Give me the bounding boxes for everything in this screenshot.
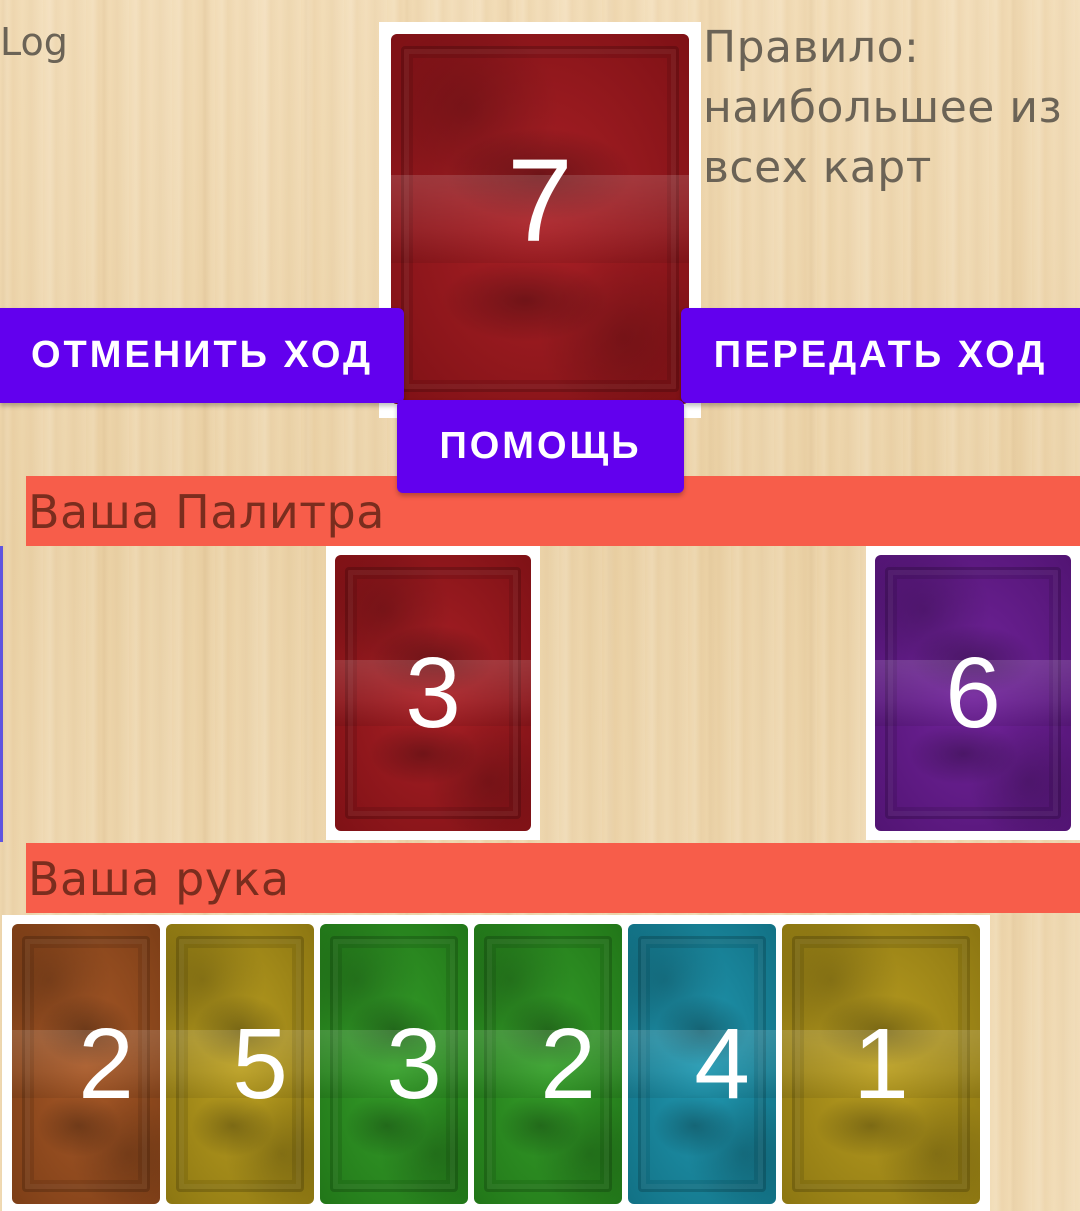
hand-card[interactable]: 1 — [782, 924, 980, 1204]
palette-card-face: 3 — [335, 555, 531, 831]
palette-card-value: 3 — [405, 637, 461, 749]
palette-edge-marker — [0, 546, 3, 842]
palette-card[interactable]: 3 — [326, 546, 540, 840]
hand-card-face: 2 — [12, 924, 160, 1204]
hand-header: Ваша рука — [26, 843, 1080, 913]
hand-card-face: 1 — [782, 924, 980, 1204]
hand-card-value: 4 — [694, 1008, 750, 1120]
hand-card-value: 2 — [540, 1008, 596, 1120]
hand-card-face: 4 — [628, 924, 776, 1204]
undo-move-button[interactable]: ОТМЕНИТЬ ХОД — [0, 308, 404, 403]
hand-card-value: 3 — [386, 1008, 442, 1120]
hand-card[interactable]: 3 — [320, 924, 468, 1204]
hand-card[interactable]: 5 — [166, 924, 314, 1204]
hand-card[interactable]: 4 — [628, 924, 776, 1204]
hand-card-face: 2 — [474, 924, 622, 1204]
hand-card-value: 5 — [232, 1008, 288, 1120]
hand-card-face: 5 — [166, 924, 314, 1204]
palette-card-value: 6 — [945, 637, 1001, 749]
help-button[interactable]: ПОМОЩЬ — [397, 400, 684, 493]
top-card-face: 7 — [391, 34, 689, 404]
top-card-value: 7 — [507, 135, 573, 267]
hand-card[interactable]: 2 — [474, 924, 622, 1204]
palette-card-face: 6 — [875, 555, 1071, 831]
rule-text: Правило: наибольшее из всех карт — [703, 22, 1063, 193]
pass-turn-button[interactable]: ПЕРЕДАТЬ ХОД — [681, 308, 1080, 403]
hand-card[interactable]: 2 — [12, 924, 160, 1204]
palette-card[interactable]: 6 — [866, 546, 1080, 840]
hand-card-face: 3 — [320, 924, 468, 1204]
log-label[interactable]: Log — [0, 21, 68, 64]
hand-card-value: 2 — [78, 1008, 134, 1120]
top-card: 7 — [379, 22, 701, 418]
hand-card-value: 1 — [853, 1008, 909, 1120]
